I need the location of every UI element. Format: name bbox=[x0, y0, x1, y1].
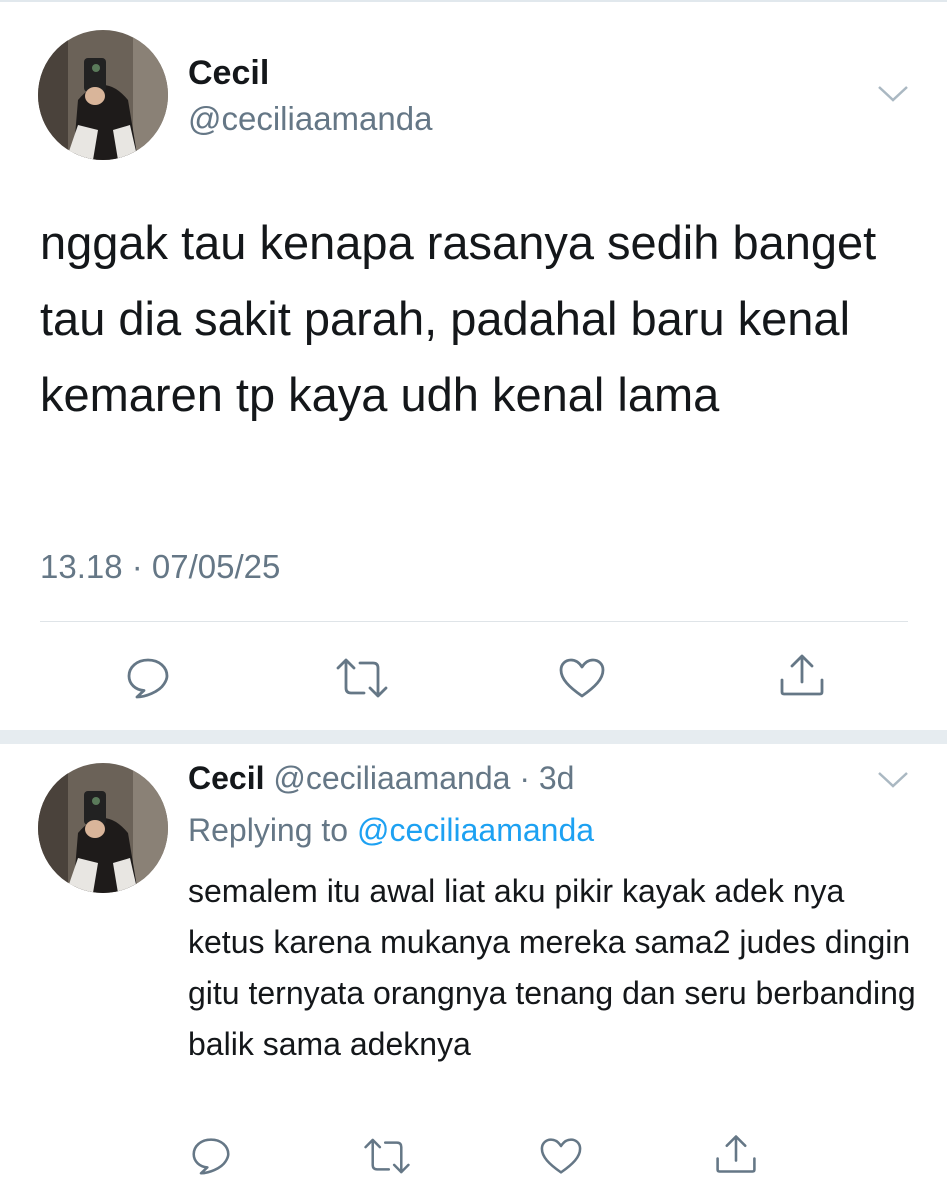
chevron-down-icon[interactable] bbox=[876, 84, 910, 109]
avatar[interactable] bbox=[38, 30, 168, 160]
like-icon[interactable] bbox=[557, 656, 607, 705]
replying-mention-link[interactable]: @ceciliaamanda bbox=[357, 812, 594, 848]
reply-reply-icon[interactable] bbox=[190, 1136, 232, 1181]
reply-like-icon[interactable] bbox=[538, 1136, 584, 1181]
reply-share-icon[interactable] bbox=[713, 1132, 759, 1181]
author-name[interactable]: Cecil bbox=[188, 54, 269, 93]
reply-author-handle[interactable]: @ceciliaamanda bbox=[273, 760, 510, 796]
reply-icon[interactable] bbox=[125, 656, 171, 705]
retweet-icon[interactable] bbox=[334, 656, 390, 705]
reply-header: Cecil @ceciliaamanda · 3d bbox=[188, 760, 574, 797]
reply-chevron-down-icon[interactable] bbox=[876, 770, 910, 795]
reply-age[interactable]: 3d bbox=[539, 760, 575, 796]
reply-avatar[interactable] bbox=[38, 763, 168, 893]
reply-dot-separator: · bbox=[510, 760, 539, 796]
author-handle[interactable]: @ceciliaamanda bbox=[188, 100, 432, 138]
reply-author-name[interactable]: Cecil bbox=[188, 760, 264, 796]
divider bbox=[40, 621, 908, 622]
reply-retweet-icon[interactable] bbox=[362, 1136, 412, 1181]
replying-prefix: Replying to bbox=[188, 812, 357, 848]
tweet-separator bbox=[0, 730, 947, 744]
share-icon[interactable] bbox=[777, 652, 827, 703]
top-border bbox=[0, 0, 947, 2]
tweet-timestamp[interactable]: 13.18 · 07/05/25 bbox=[40, 548, 280, 586]
replying-to: Replying to @ceciliaamanda bbox=[188, 812, 594, 849]
reply-text: semalem itu awal liat aku pikir kayak ad… bbox=[188, 873, 916, 1062]
tweet-text: nggak tau kenapa rasanya sedih banget ta… bbox=[40, 216, 877, 421]
